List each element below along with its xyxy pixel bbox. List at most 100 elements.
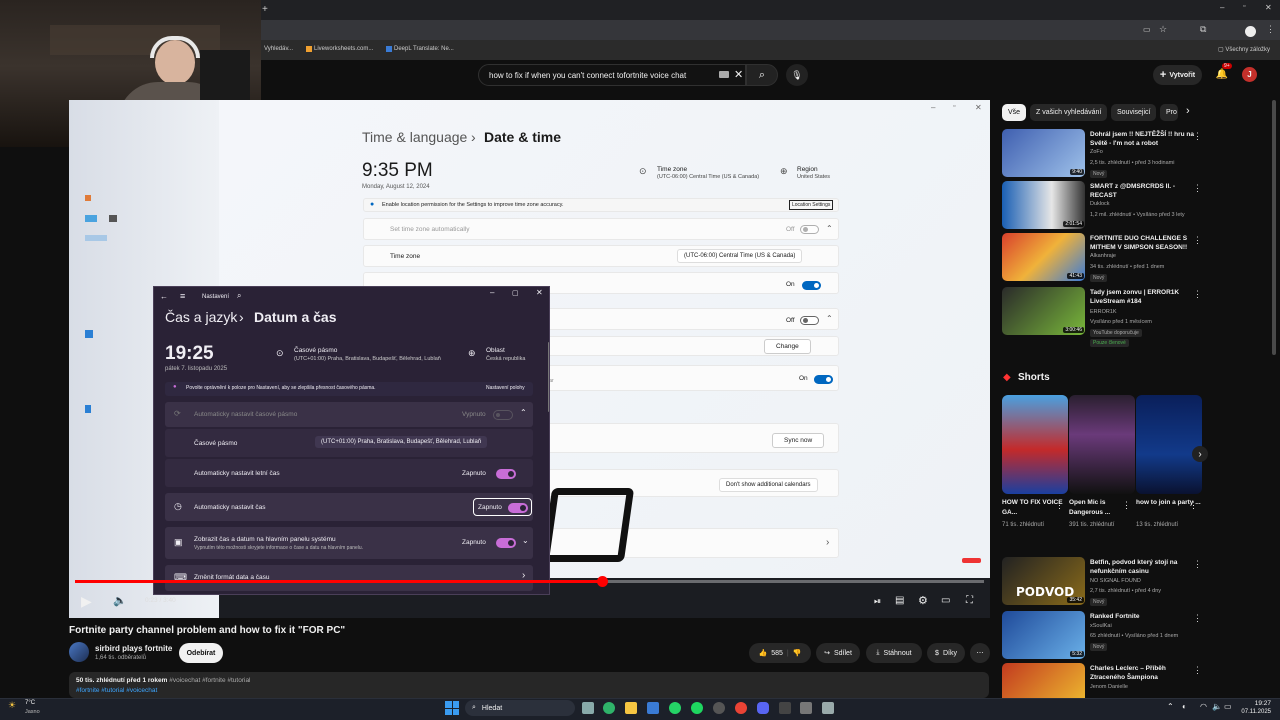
close-icon[interactable]: ✕: [1265, 3, 1272, 12]
whatsapp-icon[interactable]: [669, 702, 681, 714]
app-icon[interactable]: [800, 702, 812, 714]
progress-bar[interactable]: [75, 576, 984, 587]
chevron-up-icon[interactable]: ⌃: [826, 314, 833, 323]
breadcrumb-parent[interactable]: Čas a jazyk: [165, 309, 237, 325]
profile-icon[interactable]: [1245, 26, 1256, 37]
recommended-video[interactable]: PODVOD 35:42 Betfin, podvod který stojí …: [1002, 557, 1202, 607]
share-button[interactable]: ↪ Sdílet: [816, 643, 860, 663]
extensions-icon[interactable]: ⧉: [1200, 24, 1206, 35]
settings-gear-icon[interactable]: ⚙: [918, 594, 928, 607]
chevron-right-icon[interactable]: ›: [1186, 105, 1190, 117]
chevron-up-icon[interactable]: ⌃: [826, 224, 833, 233]
store-icon[interactable]: [647, 702, 659, 714]
search-input[interactable]: how to fix if when you can't connect tof…: [478, 64, 746, 86]
chip-more[interactable]: Pro: [1160, 104, 1178, 121]
minimize-icon[interactable]: –: [1220, 3, 1224, 12]
cast-icon[interactable]: ▭: [1143, 25, 1151, 34]
tray-chevron-icon[interactable]: ⌃: [1167, 702, 1174, 711]
more-icon[interactable]: ⋮: [1193, 131, 1202, 142]
toggle-switch[interactable]: [496, 469, 516, 479]
video-player[interactable]: – ▫ ✕ Time & language › Date & time 9:35…: [69, 100, 990, 618]
timezone-dropdown[interactable]: (UTC-06:00) Central Time (US & Canada): [677, 249, 803, 263]
subtitles-icon[interactable]: ▤: [895, 595, 904, 606]
chevron-down-icon[interactable]: ⌄: [522, 536, 529, 545]
short-thumbnail[interactable]: [1002, 395, 1068, 494]
chip-related[interactable]: Souvisejicí: [1111, 104, 1157, 121]
search-button[interactable]: ⌕: [746, 64, 778, 86]
more-icon[interactable]: ⋮: [1189, 500, 1198, 511]
discord-icon[interactable]: [757, 702, 769, 714]
minimize-icon[interactable]: –: [490, 288, 494, 297]
voice-search-button[interactable]: 🎙: [786, 64, 808, 86]
new-tab-icon[interactable]: +: [262, 4, 268, 15]
toggle-switch[interactable]: [508, 503, 528, 513]
maximize-icon[interactable]: ▫: [1243, 3, 1245, 10]
volume-icon[interactable]: 🔈: [1212, 702, 1222, 711]
scrollbar[interactable]: [548, 342, 549, 412]
battery-icon[interactable]: ▭: [1224, 702, 1232, 711]
wifi-icon[interactable]: ◠: [1200, 702, 1207, 711]
more-icon[interactable]: ⋮: [1055, 500, 1064, 511]
like-button[interactable]: 👍 585 | 👎: [749, 643, 811, 663]
channel-avatar[interactable]: [69, 642, 89, 662]
app-icon[interactable]: [713, 702, 725, 714]
thanks-button[interactable]: $ Díky: [927, 643, 965, 663]
start-button[interactable]: [445, 701, 459, 715]
subscribe-button[interactable]: Odebírat: [179, 643, 223, 663]
app-icon[interactable]: [779, 702, 791, 714]
close-icon[interactable]: ✕: [536, 288, 543, 297]
maximize-icon[interactable]: ▢: [512, 289, 519, 297]
miniplayer-icon[interactable]: ▭: [941, 595, 950, 606]
breadcrumb-parent[interactable]: Time & language: [362, 129, 467, 145]
menu-icon[interactable]: ⋮: [1266, 24, 1275, 35]
create-button[interactable]: + Vytvořit: [1153, 65, 1202, 85]
toggle-switch[interactable]: [802, 281, 821, 290]
chevron-right-icon[interactable]: ›: [826, 537, 829, 548]
more-icon[interactable]: ⋮: [1193, 665, 1202, 676]
spotify-icon[interactable]: [691, 702, 703, 714]
star-icon[interactable]: ☆: [1159, 24, 1167, 35]
bookmark-item[interactable]: DeepL Translate: Ne...: [386, 46, 454, 52]
toggle-switch[interactable]: [496, 538, 516, 548]
taskbar-search[interactable]: ⌕ Hledat: [465, 700, 575, 716]
weather-temp[interactable]: 7°C: [25, 700, 35, 706]
page-scrollbar[interactable]: [1272, 100, 1276, 355]
description-box[interactable]: 50 tis. zhlédnutí před 1 rokem #voicecha…: [69, 672, 989, 698]
autoplay-icon[interactable]: ⏯: [874, 596, 881, 607]
sync-now-button[interactable]: Sync now: [772, 433, 825, 448]
recommended-video[interactable]: 3:00:46 Tady jsem zonvu | ERROR1K LiveSt…: [1002, 287, 1202, 349]
short-thumbnail[interactable]: [1136, 395, 1202, 494]
more-actions-button[interactable]: ⋯: [970, 643, 990, 663]
close-icon[interactable]: ✕: [975, 103, 982, 112]
more-icon[interactable]: ⋮: [1193, 613, 1202, 624]
calendars-dropdown[interactable]: Don't show additional calendars: [719, 478, 818, 492]
more-icon[interactable]: ⋮: [1193, 289, 1202, 300]
play-icon[interactable]: ▶: [81, 593, 92, 610]
thumbs-down-icon[interactable]: 👎: [793, 649, 802, 657]
hashtags[interactable]: #fortnite #tutorial #voicechat: [76, 686, 982, 696]
minimize-icon[interactable]: –: [931, 103, 935, 112]
recommended-video[interactable]: 2:01:54 SMART z @DMSRCRDS II. - RECAST D…: [1002, 181, 1202, 231]
volume-icon[interactable]: 🔈: [113, 594, 127, 607]
copilot-icon[interactable]: [603, 702, 615, 714]
task-view-icon[interactable]: [582, 702, 594, 714]
recommended-video[interactable]: 41:43 FORTNITE DUO CHALLENGE S MITHEM V …: [1002, 233, 1202, 283]
channel-name[interactable]: sirbird plays fortnite: [95, 644, 172, 653]
more-icon[interactable]: ⋮: [1193, 559, 1202, 570]
chevron-up-icon[interactable]: ⌃: [520, 408, 527, 417]
change-button[interactable]: Change: [764, 339, 811, 354]
taskbar-time[interactable]: 19:27: [1239, 700, 1271, 707]
tray-app-icon[interactable]: ◐: [1182, 702, 1187, 711]
recommended-video[interactable]: Charles Leclerc – Příběh Ztraceného Šamp…: [1002, 663, 1202, 698]
taskbar-date[interactable]: 07.11.2025: [1232, 709, 1271, 715]
chip-all[interactable]: Vše: [1002, 104, 1027, 121]
shorts-next-button[interactable]: ›: [1192, 446, 1208, 462]
all-bookmarks[interactable]: ▢ Všechny záložky: [1218, 46, 1270, 53]
recommended-video[interactable]: 9:40 Dohrál jsem !! NEJTĚŽŠÍ !! hru na S…: [1002, 129, 1202, 179]
notifications-button[interactable]: 🔔 9+: [1215, 63, 1232, 81]
chip-searches[interactable]: Z vašich vyhledávání: [1030, 104, 1108, 121]
download-button[interactable]: ⤓ Stáhnout: [866, 643, 922, 663]
more-icon[interactable]: ⋮: [1193, 235, 1202, 246]
toggle-switch[interactable]: [814, 375, 833, 384]
fullscreen-icon[interactable]: ⛶: [966, 595, 973, 606]
